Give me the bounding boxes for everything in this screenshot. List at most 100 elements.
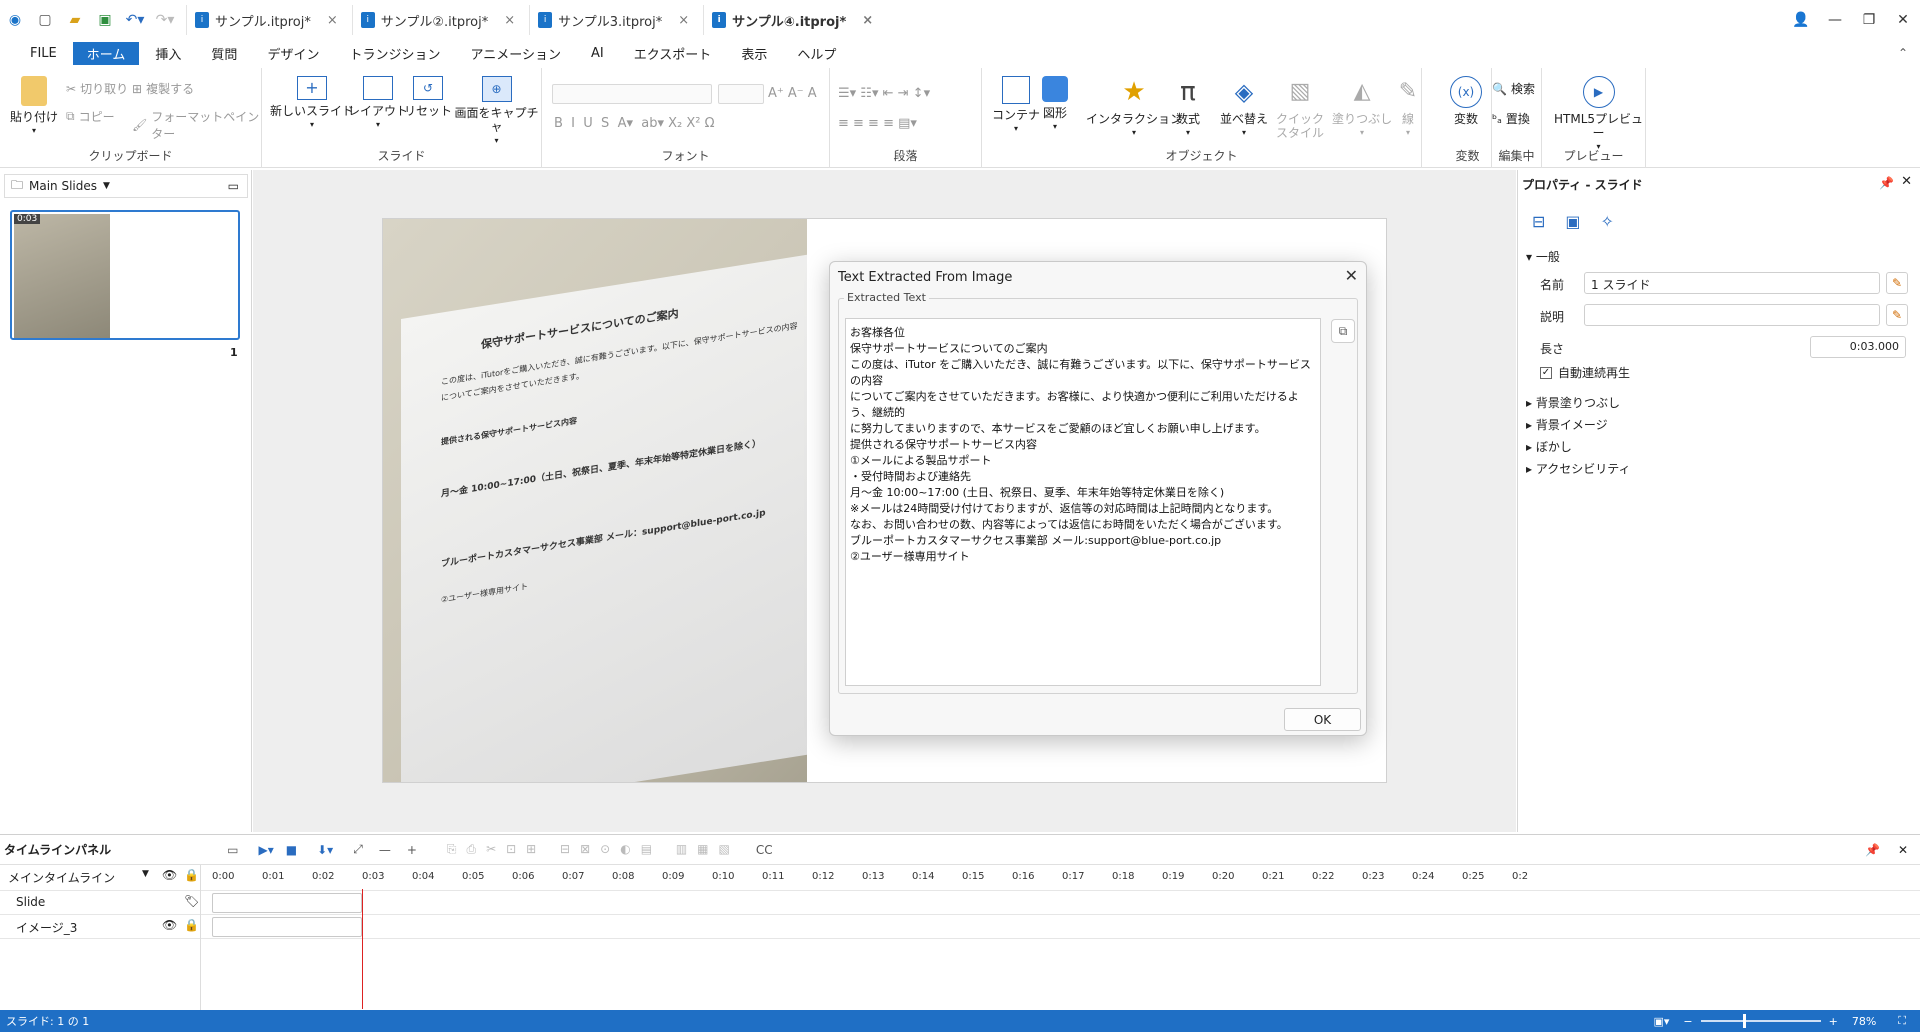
chevron-down-icon[interactable]: ▼	[103, 181, 110, 191]
menu-transition[interactable]: トランジション	[335, 42, 454, 65]
new-slide-button[interactable]: + 新しいスライド ▾	[270, 76, 354, 132]
zoom-out-icon[interactable]: —	[379, 843, 391, 857]
menu-view[interactable]: 表示	[727, 42, 781, 65]
format-painter-button[interactable]: 🖌 フォーマットペインター	[132, 108, 261, 142]
slides-panel-header[interactable]: 🗀 Main Slides ▼ ▭	[4, 174, 248, 198]
shape-button[interactable]: 図形 ▾	[1042, 76, 1068, 134]
doc-tab-3[interactable]: i サンプル3.itproj* ×	[529, 5, 697, 35]
fill-button[interactable]: ◭ 塗りつぶし ▾	[1332, 76, 1392, 140]
collapse-ribbon-icon[interactable]: ⌃	[1898, 46, 1908, 60]
line-button[interactable]: ✎ 線 ▾	[1392, 76, 1424, 140]
zoom-in-icon[interactable]: +	[1829, 1015, 1838, 1028]
close-icon[interactable]: ✕	[1901, 174, 1912, 189]
pin-icon[interactable]: 📌	[1879, 176, 1894, 190]
menu-insert[interactable]: 挿入	[141, 42, 195, 65]
name-field[interactable]: 1 スライド	[1584, 272, 1880, 294]
layout-tab-icon[interactable]: ▣	[1565, 212, 1580, 231]
menu-question[interactable]: 質問	[197, 42, 251, 65]
cut-button[interactable]: ✂ 切り取り	[66, 80, 128, 97]
paste-button[interactable]: 貼り付け ▾	[10, 76, 58, 138]
menu-home[interactable]: ホーム	[72, 41, 140, 65]
zoom-slider[interactable]	[1700, 1014, 1821, 1028]
menu-export[interactable]: エクスポート	[620, 42, 726, 65]
reset-button[interactable]: ↺ リセット	[404, 76, 452, 118]
user-icon[interactable]: 👤	[1784, 5, 1818, 35]
slide-photo[interactable]: 保守サポートサービスについてのご案内 この度は、iTutorをご購入いただき、誠…	[383, 219, 807, 782]
accessibility-section[interactable]: ▸ アクセシビリティ	[1526, 460, 1631, 477]
minimize-button[interactable]: —	[1818, 5, 1852, 35]
close-icon[interactable]: ×	[504, 13, 515, 28]
close-icon[interactable]: ✕	[1345, 266, 1358, 285]
tag-icon[interactable]: 🏷	[184, 894, 199, 908]
edit-description-icon[interactable]: ✎	[1886, 304, 1908, 326]
menu-animation[interactable]: アニメーション	[456, 42, 574, 65]
copy-text-button[interactable]: ⧉	[1331, 319, 1355, 343]
equation-button[interactable]: π 数式 ▾	[1172, 76, 1204, 140]
time-ruler[interactable]: 0:00 0:01 0:02 0:03 0:04 0:05 0:06 0:07 0:08 0:09…	[212, 871, 1528, 887]
content-button[interactable]: コンテナ ▾	[992, 76, 1040, 136]
eye-icon[interactable]: 👁	[162, 868, 177, 882]
captions-icon[interactable]: CC	[756, 843, 773, 857]
timeline-view-icon[interactable]: ▭	[227, 843, 238, 857]
zoom-in-icon[interactable]: +	[407, 843, 417, 857]
blur-section[interactable]: ▸ ぼかし	[1526, 438, 1572, 455]
extracted-text-area[interactable]: お客様各位 保守サポートサービスについてのご案内 この度は、iTutor をご購…	[845, 318, 1321, 686]
menu-file[interactable]: FILE	[16, 44, 71, 63]
length-spinner[interactable]: 0:03.000	[1810, 336, 1906, 358]
restore-button[interactable]: ❐	[1852, 5, 1886, 35]
close-icon[interactable]: ✕	[1898, 843, 1908, 857]
eye-icon[interactable]: 👁	[162, 918, 177, 932]
chevron-down-icon[interactable]: ▼	[142, 869, 149, 879]
font-size-select[interactable]	[718, 84, 764, 104]
quick-style-button[interactable]: ▧ クイック スタイル	[1276, 76, 1324, 141]
menu-help[interactable]: ヘルプ	[783, 42, 850, 65]
close-icon[interactable]: ×	[862, 13, 873, 28]
fit-slide-icon[interactable]: ▣▾	[1653, 1015, 1669, 1028]
description-field[interactable]	[1584, 304, 1880, 326]
fullscreen-icon[interactable]: ⛶	[1898, 1014, 1906, 1028]
slide-thumbnail[interactable]: 0:03	[10, 210, 240, 340]
timeline-bar[interactable]	[212, 893, 362, 913]
doc-tab-2[interactable]: i サンプル②.itproj* ×	[351, 5, 523, 35]
save-icon[interactable]: ▣	[90, 5, 120, 35]
close-icon[interactable]: ×	[678, 13, 689, 28]
properties-tab-icon[interactable]: ⊟	[1532, 212, 1545, 231]
font-style-icons[interactable]: B I U S A▾ ab▾ X₂ X² Ω	[554, 116, 715, 131]
search-button[interactable]: 🔍 検索	[1492, 80, 1535, 97]
align-icons[interactable]: ≡ ≡ ≡ ≡ ▤▾	[838, 116, 917, 131]
lock-icon[interactable]: 🔒	[184, 918, 199, 932]
lock-icon[interactable]: 🔒	[184, 868, 199, 882]
stop-icon[interactable]: ■	[286, 843, 297, 857]
copy-button[interactable]: ⧉ コピー	[66, 108, 115, 125]
bg-fill-section[interactable]: ▸ 背景塗りつぶし	[1526, 394, 1620, 411]
layout-button[interactable]: レイアウト ▾	[348, 76, 408, 132]
edit-name-icon[interactable]: ✎	[1886, 272, 1908, 294]
menu-ai[interactable]: AI	[577, 44, 618, 63]
capture-screen-button[interactable]: ⊕ 画面をキャプチャ ▾	[452, 76, 541, 148]
font-grow-icon[interactable]: A⁺ A⁻ A	[768, 86, 817, 101]
bg-image-section[interactable]: ▸ 背景イメージ	[1526, 416, 1608, 433]
arrange-button[interactable]: ◈ 並べ替え ▾	[1220, 76, 1268, 140]
close-icon[interactable]: ×	[327, 13, 338, 28]
fit-icon[interactable]: ⤢	[353, 842, 363, 857]
autoplay-checkbox[interactable]: ✓ 自動連続再生	[1540, 364, 1630, 381]
timeline-bar[interactable]	[212, 917, 362, 937]
font-family-select[interactable]	[552, 84, 712, 104]
effects-tab-icon[interactable]: ✧	[1601, 212, 1614, 231]
replace-button[interactable]: ᵇₐ 置換	[1492, 110, 1530, 127]
doc-tab-4[interactable]: i サンプル④.itproj* ×	[703, 5, 881, 35]
variable-button[interactable]: (x) 変数	[1450, 76, 1482, 126]
redo-icon[interactable]: ↷▾	[150, 5, 180, 35]
view-toggle-icon[interactable]: ▭	[228, 179, 239, 193]
doc-tab-1[interactable]: i サンプル.itproj* ×	[186, 5, 346, 35]
ok-button[interactable]: OK	[1284, 708, 1361, 731]
undo-icon[interactable]: ↶▾	[120, 5, 150, 35]
new-file-icon[interactable]: ▢	[30, 5, 60, 35]
playhead[interactable]	[362, 889, 363, 1009]
zoom-thumb[interactable]	[1742, 1014, 1746, 1028]
list-icons[interactable]: ☰▾ ☷▾ ⇤ ⇥ ↕▾	[838, 86, 930, 101]
html5-preview-button[interactable]: ▶ HTML5プレビュー ▾	[1552, 76, 1645, 154]
play-icon[interactable]: ▶▾	[259, 843, 274, 857]
menu-design[interactable]: デザイン	[253, 42, 333, 65]
interaction-button[interactable]: ★ インタラクション ▾	[1086, 76, 1182, 140]
